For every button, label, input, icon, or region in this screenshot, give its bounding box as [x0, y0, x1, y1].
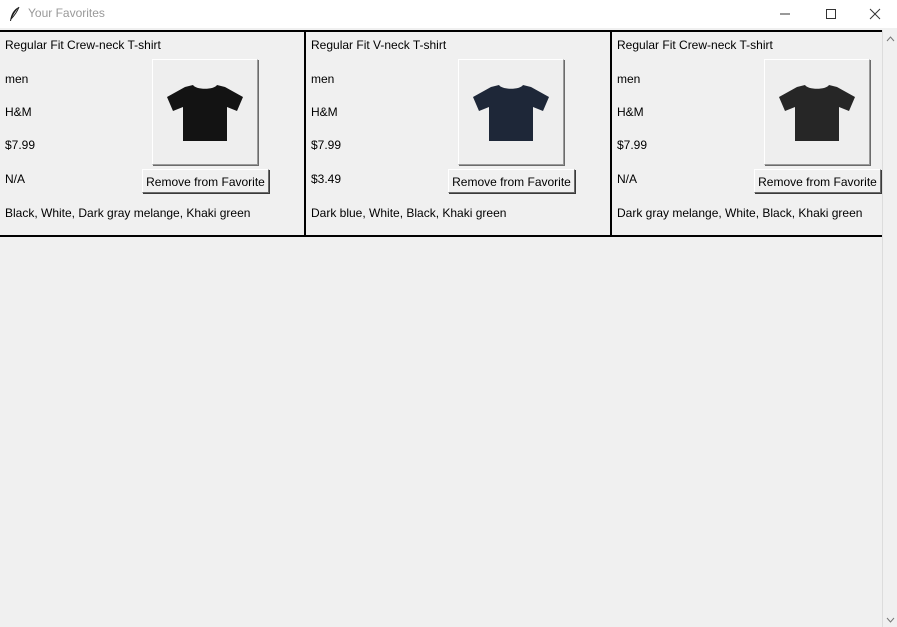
- favorite-card: Regular Fit Crew-neck T-shirt men H&M $7…: [612, 32, 882, 236]
- product-colors: Dark blue, White, Black, Khaki green: [311, 206, 507, 220]
- product-price: $7.99: [617, 138, 648, 152]
- remove-from-favorite-button[interactable]: Remove from Favorite: [754, 169, 881, 193]
- product-name: Regular Fit Crew-neck T-shirt: [617, 38, 773, 52]
- remove-from-favorite-button[interactable]: Remove from Favorite: [142, 169, 269, 193]
- divider: [0, 235, 882, 237]
- product-gender: men: [617, 72, 641, 86]
- maximize-icon: [826, 9, 836, 19]
- favorites-list: Regular Fit Crew-neck T-shirt men H&M $7…: [0, 30, 882, 627]
- product-sale-price: N/A: [5, 172, 26, 186]
- tshirt-icon: [473, 85, 549, 141]
- product-brand: H&M: [311, 105, 338, 119]
- product-image[interactable]: [152, 59, 258, 165]
- tshirt-icon: [779, 85, 855, 141]
- favorite-card: Regular Fit Crew-neck T-shirt men H&M $7…: [0, 32, 304, 236]
- product-gender: men: [5, 72, 29, 86]
- close-icon: [869, 8, 881, 20]
- product-image[interactable]: [764, 59, 870, 165]
- favorites-window: Your Favorites Regular Fit Crew-neck T-s…: [0, 0, 897, 627]
- maximize-button[interactable]: [808, 0, 854, 28]
- product-price: $7.99: [311, 138, 342, 152]
- remove-from-favorite-button[interactable]: Remove from Favorite: [448, 169, 575, 193]
- product-brand: H&M: [617, 105, 644, 119]
- product-price: $7.99: [5, 138, 36, 152]
- vertical-scrollbar[interactable]: [882, 30, 897, 627]
- title-bar[interactable]: Your Favorites: [0, 0, 897, 28]
- feather-icon: [8, 6, 22, 22]
- minimize-icon: [780, 13, 790, 15]
- product-sale-price: N/A: [617, 172, 638, 186]
- product-name: Regular Fit V-neck T-shirt: [311, 38, 447, 52]
- product-sale-price: $3.49: [311, 172, 342, 186]
- scroll-down-arrow-icon[interactable]: [885, 613, 896, 625]
- favorite-card: Regular Fit V-neck T-shirt men H&M $7.99…: [306, 32, 610, 236]
- product-colors: Dark gray melange, White, Black, Khaki g…: [617, 206, 863, 220]
- product-image[interactable]: [458, 59, 564, 165]
- scroll-up-arrow-icon[interactable]: [885, 32, 896, 44]
- product-colors: Black, White, Dark gray melange, Khaki g…: [5, 206, 251, 220]
- product-name: Regular Fit Crew-neck T-shirt: [5, 38, 161, 52]
- product-gender: men: [311, 72, 335, 86]
- minimize-button[interactable]: [762, 0, 808, 28]
- tshirt-icon: [167, 85, 243, 141]
- window-title: Your Favorites: [28, 6, 105, 20]
- product-brand: H&M: [5, 105, 32, 119]
- close-button[interactable]: [852, 0, 897, 28]
